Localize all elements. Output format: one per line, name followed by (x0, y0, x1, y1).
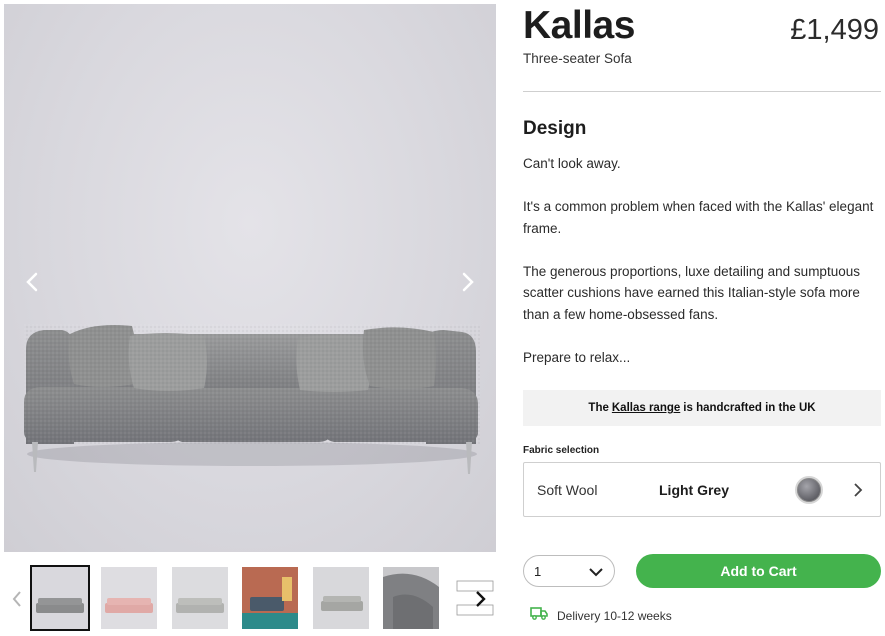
fabric-selection-label: Fabric selection (523, 445, 600, 456)
product-main-image (4, 4, 496, 552)
thumbnail-light-grey-sofa[interactable] (172, 567, 228, 629)
design-description: Can't look away. It's a common problem w… (523, 153, 883, 390)
handcrafted-banner: The Kallas range is handcrafted in the U… (523, 390, 881, 426)
delivery-text: Delivery 10-12 weeks (557, 608, 672, 623)
design-paragraph: It's a common problem when faced with th… (523, 199, 874, 236)
thumbnail-next-arrow-icon[interactable] (470, 588, 492, 610)
chevron-right-icon (850, 482, 866, 498)
gallery-prev-arrow-icon[interactable] (12, 262, 52, 302)
fabric-color: Light Grey (659, 482, 730, 498)
gallery-next-arrow-icon[interactable] (448, 262, 488, 302)
sofa-illustration (24, 324, 480, 474)
fabric-type: Soft Wool (537, 482, 598, 498)
product-title: Kallas (523, 4, 635, 47)
product-price: £1,499 (790, 14, 879, 46)
add-to-cart-button[interactable]: Add to Cart (636, 554, 881, 588)
design-paragraph: Prepare to relax... (523, 349, 631, 365)
design-heading: Design (523, 118, 587, 139)
delivery-info: Delivery 10-12 weeks (530, 606, 672, 625)
thumbnail-sofa-side-view[interactable] (313, 567, 369, 629)
product-subtitle: Three-seater Sofa (523, 51, 632, 66)
delivery-truck-icon (530, 606, 548, 625)
handcrafted-prefix: The (588, 402, 609, 414)
thumbnail-sofa-room-red-wall[interactable] (242, 567, 298, 629)
thumbnail-grey-sofa[interactable] (30, 565, 90, 631)
thumbnail-strip (0, 560, 500, 636)
design-paragraph: The generous proportions, luxe detailing… (523, 263, 860, 322)
chevron-down-icon (588, 564, 604, 580)
quantity-select[interactable]: 1 (523, 555, 615, 587)
thumbnail-sofa-detail-close-up[interactable] (383, 567, 439, 629)
fabric-swatch-icon (795, 476, 823, 504)
handcrafted-suffix: is handcrafted in the UK (683, 402, 816, 414)
design-paragraph: Can't look away. (523, 156, 621, 171)
fabric-selector[interactable]: Soft Wool Light Grey (523, 462, 881, 517)
thumbnail-prev-arrow-icon[interactable] (6, 588, 28, 610)
kallas-range-link[interactable]: Kallas range (612, 402, 680, 414)
quantity-value: 1 (534, 564, 542, 579)
divider (523, 91, 881, 92)
thumbnail-pink-sofa[interactable] (101, 567, 157, 629)
